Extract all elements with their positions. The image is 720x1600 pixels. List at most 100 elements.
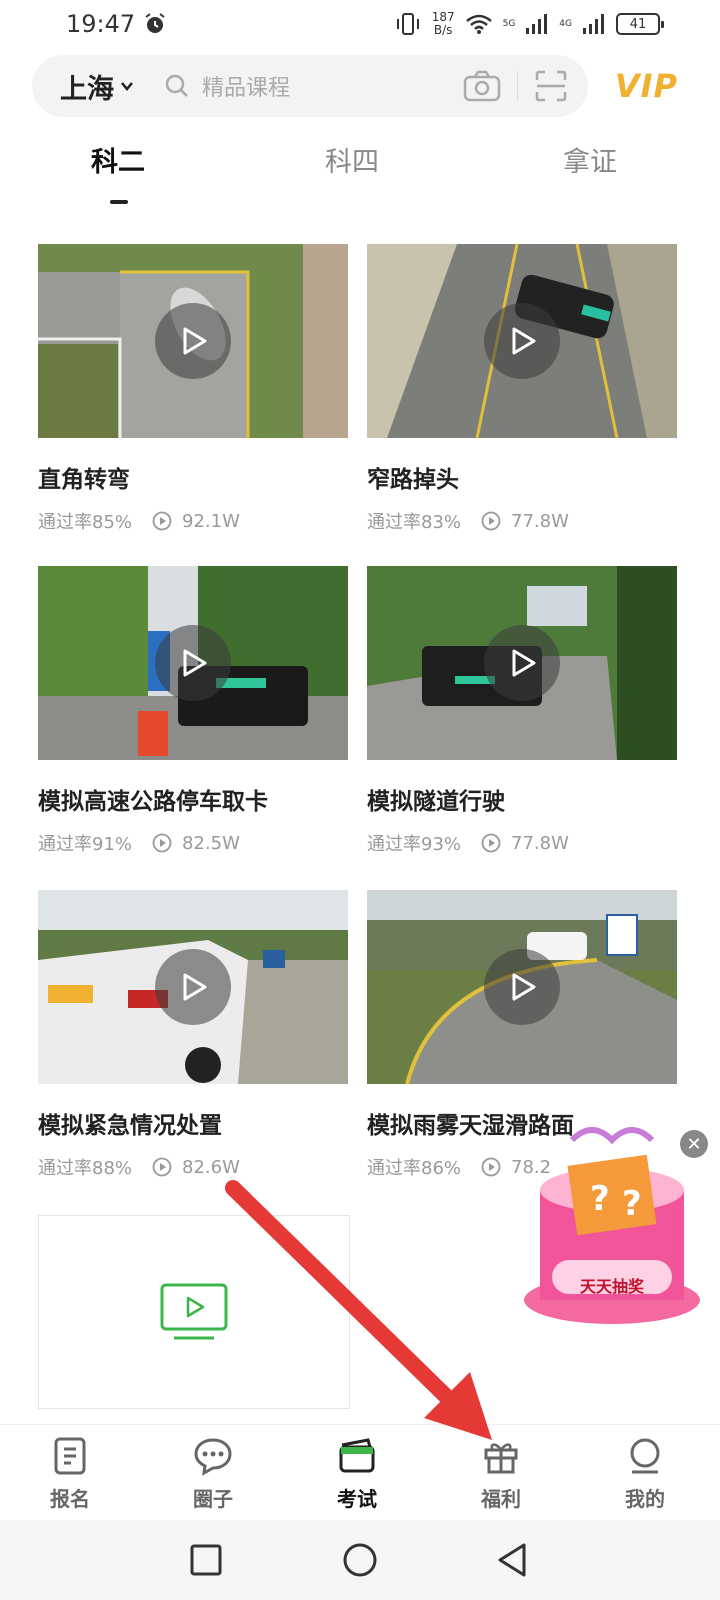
pass-rate: 通过率93%: [367, 834, 462, 855]
system-nav-bar: [0, 1520, 720, 1600]
play-icon: [183, 973, 207, 1001]
pass-rate: 通过率88%: [38, 1158, 133, 1179]
play-icon: [183, 649, 207, 677]
city-selector[interactable]: 上海: [60, 67, 134, 106]
play-icon: [512, 973, 536, 1001]
course-card[interactable]: 直角转弯 通过率85% 92.1W: [38, 244, 348, 534]
play-icon: [183, 327, 207, 355]
play-count-icon: [481, 833, 501, 853]
video-thumbnail[interactable]: [367, 244, 677, 438]
alarm-icon: [145, 13, 165, 33]
play-count-icon: [152, 833, 172, 853]
tab-ke-si[interactable]: 科四: [322, 140, 382, 179]
course-title: 模拟隧道行驶: [367, 789, 505, 815]
video-placeholder-card[interactable]: [38, 1215, 350, 1409]
scan-icon[interactable]: [534, 69, 568, 103]
course-card[interactable]: 模拟隧道行驶 通过率93% 77.8W: [367, 566, 677, 856]
wifi-icon: [465, 14, 492, 34]
tab-na-zheng[interactable]: 拿证: [560, 140, 620, 179]
view-count: 82.5W: [182, 832, 240, 854]
video-thumbnail[interactable]: [367, 566, 677, 760]
play-button[interactable]: [155, 303, 231, 379]
signal-icon: [526, 14, 548, 34]
svg-text:?: ?: [622, 1184, 642, 1224]
subject-tabs: 科二 科四 拿证: [0, 140, 720, 210]
pass-rate: 通过率91%: [38, 834, 133, 855]
document-icon: [54, 1437, 86, 1475]
video-thumbnail[interactable]: [38, 244, 348, 438]
status-bar: 19:47 187 B/s 5G 4G 41: [0, 0, 720, 48]
play-button[interactable]: [484, 949, 560, 1025]
status-time: 19:47: [66, 10, 136, 38]
view-count: 92.1W: [182, 510, 240, 532]
play-button[interactable]: [484, 625, 560, 701]
nav-label: 福利: [481, 1487, 521, 1511]
course-meta: 通过率91% 82.5W: [38, 830, 348, 856]
bottom-nav: 报名 圈子 考试 福利 我的: [0, 1424, 720, 1520]
course-meta: 通过率93% 77.8W: [367, 830, 677, 856]
nav-item-profile[interactable]: 我的: [600, 1435, 690, 1512]
play-count-icon: [481, 511, 501, 531]
play-count-icon: [152, 1157, 172, 1177]
nav-item-exam[interactable]: 考试: [312, 1435, 402, 1512]
back-icon[interactable]: [492, 1540, 532, 1580]
course-card[interactable]: 模拟高速公路停车取卡 通过率91% 82.5W: [38, 566, 348, 856]
chat-icon: [194, 1438, 232, 1476]
net-speed: 187 B/s: [431, 10, 455, 37]
camera-icon[interactable]: [463, 70, 501, 102]
video-thumbnail[interactable]: [38, 566, 348, 760]
play-icon: [512, 649, 536, 677]
play-count-icon: [152, 511, 172, 531]
search-row: 上海 精品课程 VIP: [32, 55, 688, 117]
battery-icon: 41: [616, 13, 664, 35]
nav-item-welfare[interactable]: 福利: [456, 1435, 546, 1512]
play-button[interactable]: [155, 949, 231, 1025]
close-icon[interactable]: ✕: [680, 1130, 708, 1158]
divider: [517, 71, 518, 101]
course-title: 窄路掉头: [367, 467, 459, 493]
course-meta: 通过率88% 82.6W: [38, 1154, 348, 1180]
view-count: 77.8W: [511, 510, 569, 532]
course-meta: 通过率85% 92.1W: [38, 508, 348, 534]
course-meta: 通过率83% 77.8W: [367, 508, 677, 534]
play-icon: [512, 327, 536, 355]
nav-label: 考试: [337, 1487, 377, 1511]
course-card[interactable]: 窄路掉头 通过率83% 77.8W: [367, 244, 677, 534]
search-input[interactable]: 精品课程: [202, 70, 463, 102]
nav-label: 报名: [50, 1487, 90, 1511]
recent-apps-icon[interactable]: [186, 1540, 226, 1580]
pass-rate: 通过率83%: [367, 512, 462, 533]
nav-label: 圈子: [193, 1487, 233, 1511]
search-icon: [165, 74, 188, 97]
vip-badge[interactable]: VIP: [615, 67, 678, 105]
chevron-down-icon: [121, 82, 133, 91]
view-count: 77.8W: [511, 832, 569, 854]
signal-icon-2: [583, 14, 604, 34]
play-button[interactable]: [484, 303, 560, 379]
city-label: 上海: [60, 73, 114, 105]
course-card[interactable]: 模拟紧急情况处置 通过率88% 82.6W: [38, 890, 348, 1180]
course-title: 直角转弯: [38, 467, 130, 493]
pass-rate: 通过率86%: [367, 1158, 462, 1179]
nav-label: 我的: [625, 1487, 665, 1511]
course-title: 模拟紧急情况处置: [38, 1113, 222, 1139]
play-count-icon: [481, 1157, 501, 1177]
home-icon[interactable]: [340, 1540, 380, 1580]
tv-play-icon: [160, 1283, 228, 1340]
course-title: 模拟高速公路停车取卡: [38, 789, 268, 815]
lottery-label[interactable]: 天天抽奖: [562, 1273, 662, 1297]
nav-item-community[interactable]: 圈子: [168, 1435, 258, 1512]
active-tab-indicator: [110, 200, 128, 204]
gift-icon: [484, 1443, 518, 1474]
play-button[interactable]: [155, 625, 231, 701]
video-thumbnail[interactable]: [38, 890, 348, 1084]
profile-icon: [630, 1438, 660, 1474]
video-thumbnail[interactable]: [367, 890, 677, 1084]
network-label-5g: 5G: [502, 19, 516, 29]
search-box[interactable]: 上海 精品课程: [32, 55, 588, 117]
wallet-icon: [339, 1438, 375, 1473]
view-count: 82.6W: [182, 1156, 240, 1178]
tab-ke-er[interactable]: 科二: [88, 140, 148, 179]
nav-item-signup[interactable]: 报名: [25, 1435, 115, 1512]
vibrate-icon: [396, 13, 419, 35]
